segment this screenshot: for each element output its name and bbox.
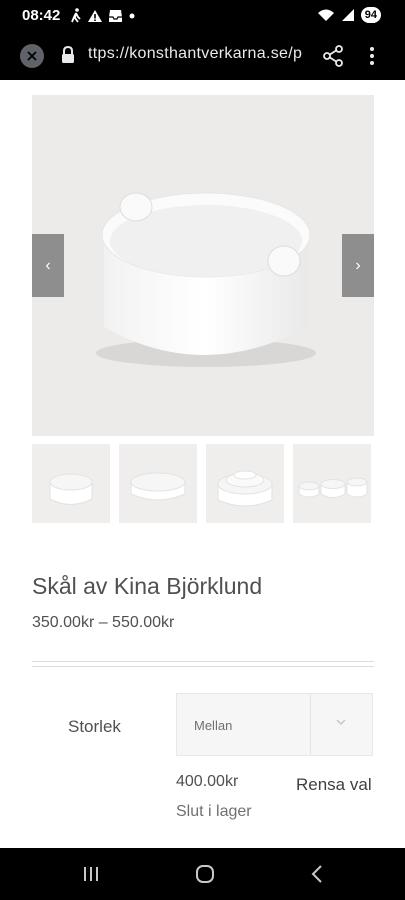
thumbnail[interactable] bbox=[32, 444, 110, 523]
size-select-value: Mellan bbox=[194, 718, 233, 733]
bowl-photo bbox=[32, 95, 374, 436]
close-icon bbox=[27, 51, 37, 61]
close-tab-button[interactable] bbox=[20, 44, 44, 68]
thumbnail-bowl-image bbox=[119, 444, 197, 523]
home-icon[interactable] bbox=[195, 864, 215, 884]
android-nav-bar bbox=[0, 848, 405, 900]
more-vert-icon[interactable] bbox=[362, 44, 382, 68]
url-field[interactable]: ttps://konsthantverkarna.se/p bbox=[88, 45, 310, 63]
price-range: 350.00kr – 550.00kr bbox=[32, 614, 175, 631]
gallery-next-button[interactable]: › bbox=[342, 234, 374, 297]
variant-price: 400.00kr bbox=[176, 773, 239, 790]
divider bbox=[32, 666, 374, 667]
lock-icon[interactable] bbox=[60, 45, 76, 65]
status-bar: 08:42 94 bbox=[0, 0, 405, 32]
thumbnail[interactable] bbox=[293, 444, 371, 523]
divider bbox=[32, 661, 374, 662]
select-separator bbox=[310, 694, 311, 755]
inbox-icon bbox=[109, 9, 122, 22]
walk-icon bbox=[71, 8, 81, 23]
thumbnail[interactable] bbox=[119, 444, 197, 523]
chevron-right-icon: › bbox=[355, 256, 361, 274]
status-time: 08:42 bbox=[22, 7, 61, 24]
gallery-prev-button[interactable]: ‹ bbox=[32, 234, 64, 297]
back-icon[interactable] bbox=[310, 864, 324, 884]
battery-badge: 94 bbox=[360, 7, 381, 23]
product-title: Skål av Kina Björklund bbox=[32, 573, 263, 599]
wifi-icon bbox=[317, 9, 334, 21]
notification-icons bbox=[70, 8, 136, 23]
product-image[interactable] bbox=[32, 95, 374, 436]
thumbnail-bowl-image bbox=[32, 444, 110, 523]
thumbnail-stacked-bowls-image bbox=[206, 444, 284, 523]
thumbnail-strip bbox=[32, 444, 374, 523]
size-select[interactable]: Mellan bbox=[176, 693, 373, 756]
stock-status: Slut i lager bbox=[176, 803, 252, 820]
dot-icon bbox=[129, 13, 135, 18]
address-bar: ttps://konsthantverkarna.se/p bbox=[0, 32, 405, 80]
size-label: Storlek bbox=[68, 717, 121, 736]
thumbnail-three-bowls-image bbox=[293, 444, 371, 523]
signal-icon bbox=[341, 9, 354, 21]
share-icon[interactable] bbox=[322, 44, 344, 68]
recents-icon[interactable] bbox=[82, 865, 100, 883]
thumbnail[interactable] bbox=[206, 444, 284, 523]
clear-selection-link[interactable]: Rensa val bbox=[296, 775, 372, 795]
chevron-left-icon: ‹ bbox=[45, 256, 51, 274]
status-right: 94 bbox=[317, 7, 381, 23]
warning-icon bbox=[88, 9, 102, 22]
chevron-down-icon bbox=[336, 719, 346, 725]
